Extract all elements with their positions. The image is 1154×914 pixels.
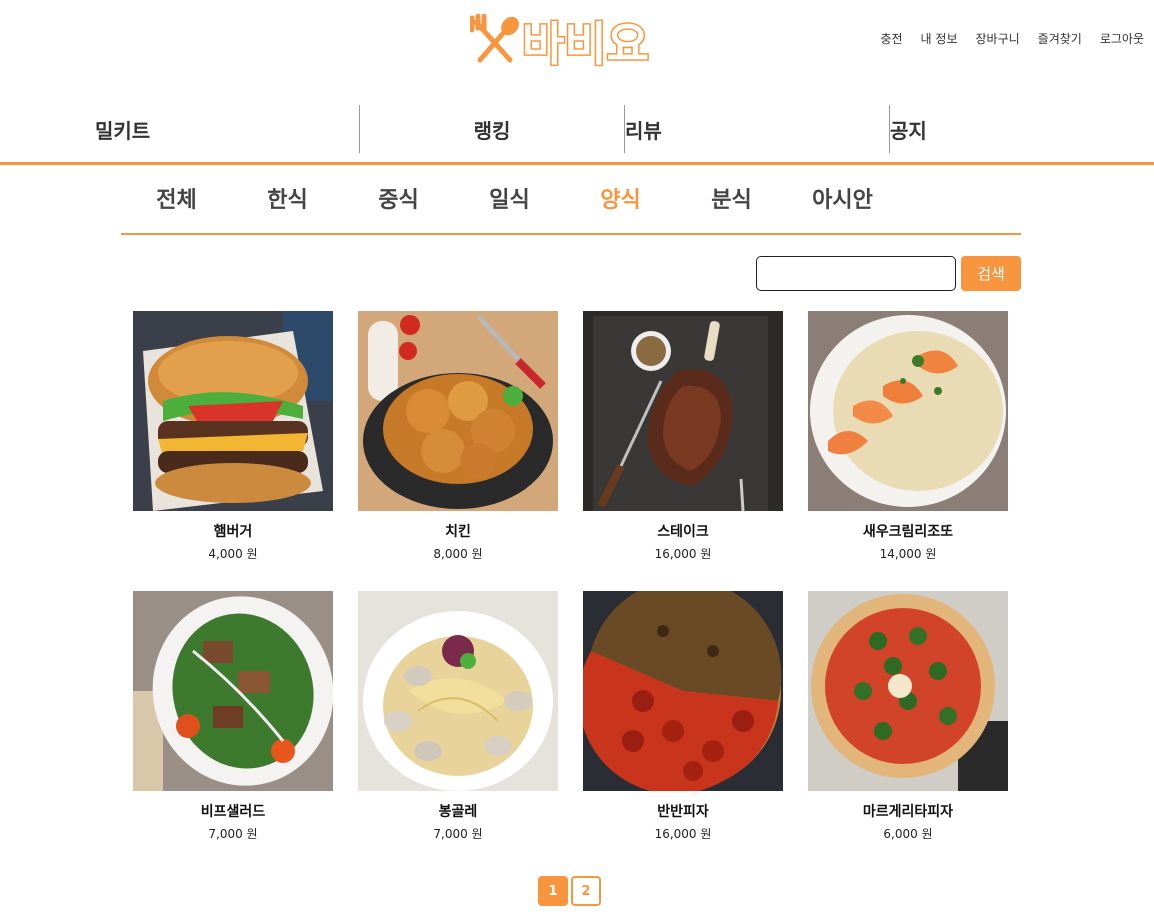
product-name: 치킨 [445,524,471,540]
product-price: 16,000 원 [654,827,712,841]
product-price: 7,000 원 [208,827,258,841]
product-name: 반반피자 [657,804,709,820]
tab-snack[interactable]: 분식 [676,182,787,222]
search-button[interactable]: 검색 [961,256,1021,291]
product-card-vongole[interactable]: 봉골레 7,000 원 [358,591,558,842]
product-price: 4,000 원 [208,547,258,561]
logout-link[interactable]: 로그아웃 [1100,30,1144,47]
nav-underline [0,162,1154,165]
product-price: 14,000 원 [879,547,937,561]
vongole-image [358,591,558,791]
tab-all[interactable]: 전체 [121,182,232,222]
tab-chinese[interactable]: 중식 [343,182,454,222]
tab-asian[interactable]: 아시안 [787,182,898,222]
category-underline [121,233,1021,235]
favorites-link[interactable]: 즐겨찾기 [1038,30,1082,47]
product-card-beef-salad[interactable]: 비프샐러드 7,000 원 [133,591,333,842]
half-half-pizza-image [583,591,783,791]
product-name: 새우크림리조또 [862,524,954,540]
product-card-shrimp-risotto[interactable]: 새우크림리조또 14,000 원 [808,311,1008,562]
product-card-half-half-pizza[interactable]: 반반피자 16,000 원 [583,591,783,842]
nav-mealkit[interactable]: 밀키트 [0,104,359,154]
product-name: 봉골레 [438,804,478,820]
hamburger-image [133,311,333,511]
fork-spoon-logo-icon: 바비요 [470,14,650,68]
pagination: 1 2 [538,876,601,906]
product-price: 16,000 원 [654,547,712,561]
beef-salad-image [133,591,333,791]
main-nav: 밀키트 랭킹 리뷰 공지 [0,104,1154,154]
product-price: 7,000 원 [433,827,483,841]
product-name: 스테이크 [657,524,709,540]
product-name: 햄버거 [213,524,253,540]
margherita-pizza-image [808,591,1008,791]
steak-image [583,311,783,511]
product-card-margherita-pizza[interactable]: 마르게리타피자 6,000 원 [808,591,1008,842]
tab-western[interactable]: 양식 [565,182,676,222]
svg-text:바비요: 바비요 [522,17,649,68]
nav-review[interactable]: 리뷰 [625,104,889,154]
cart-link[interactable]: 장바구니 [975,30,1019,47]
category-tabs: 전체 한식 중식 일식 양식 분식 아시안 [121,182,1021,222]
product-card-chicken[interactable]: 치킨 8,000 원 [358,311,558,562]
tab-japanese[interactable]: 일식 [454,182,565,222]
charge-link[interactable]: 충전 [880,30,902,47]
product-name: 비프샐러드 [200,804,266,820]
tab-korean[interactable]: 한식 [232,182,343,222]
product-card-steak[interactable]: 스테이크 16,000 원 [583,311,783,562]
shrimp-risotto-image [808,311,1008,511]
account-links: 충전 내 정보 장바구니 즐겨찾기 로그아웃 [880,30,1144,47]
page-button-2[interactable]: 2 [571,876,601,906]
nav-notice[interactable]: 공지 [890,104,1154,154]
nav-ranking[interactable]: 랭킹 [360,104,624,154]
product-card-hamburger[interactable]: 햄버거 4,000 원 [133,311,333,562]
product-name: 마르게리타피자 [862,804,954,820]
page-button-1[interactable]: 1 [538,876,568,906]
my-info-link[interactable]: 내 정보 [921,30,958,47]
product-price: 8,000 원 [433,547,483,561]
site-logo[interactable]: 바비요 [470,14,674,68]
search-input[interactable] [756,256,956,291]
chicken-image [358,311,558,511]
product-price: 6,000 원 [883,827,933,841]
